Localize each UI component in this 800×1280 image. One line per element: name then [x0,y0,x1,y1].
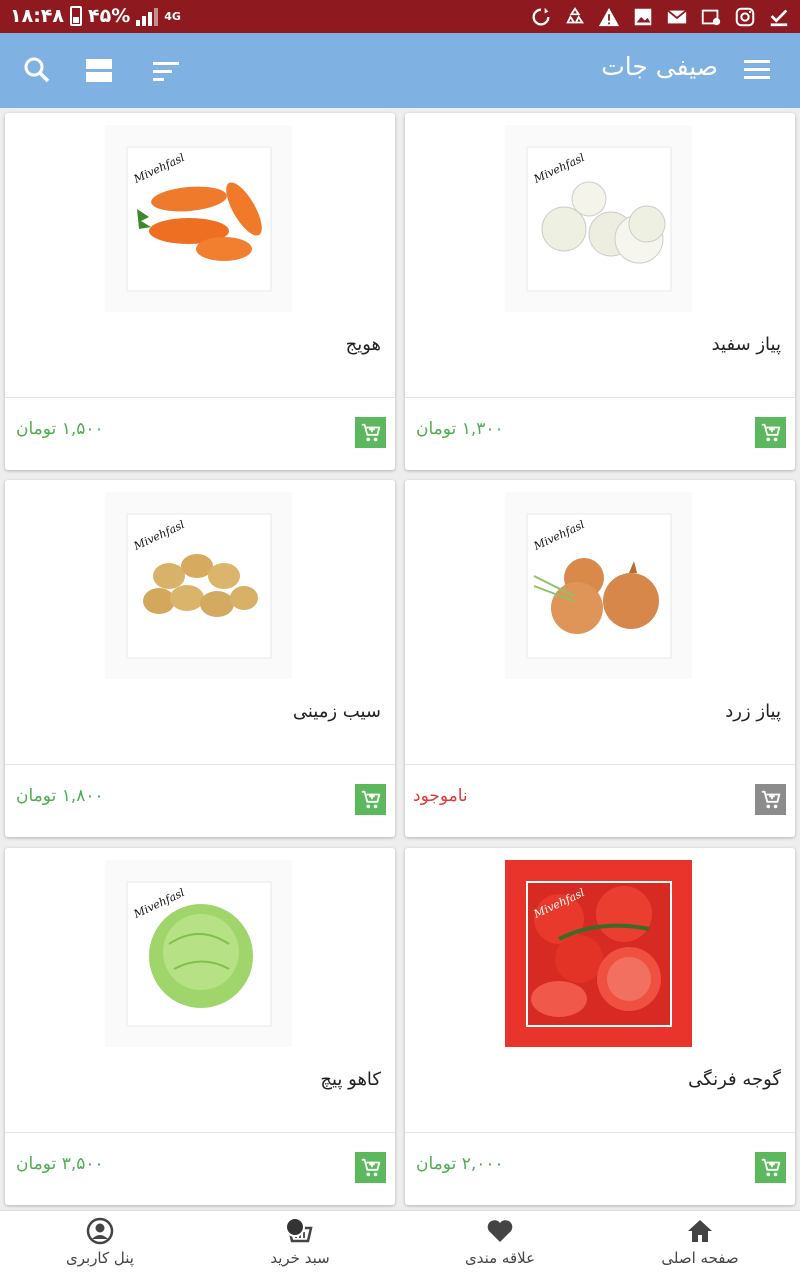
add-to-cart-icon [761,790,780,808]
page-title: صیفی جات [601,52,718,81]
nav-label: علاقه مندی [464,1249,536,1267]
product-price: ۱,۳۰۰ تومان [416,419,504,439]
divider [405,764,795,765]
product-name[interactable]: هویج [346,334,381,355]
product-card[interactable]: Mivehfasl کاهو پیچ ۳,۵۰۰ تومان [5,848,395,1205]
product-image[interactable]: Mivehfasl [505,125,692,312]
product-price: ۱,۸۰۰ تومان [16,786,104,806]
user-icon [86,1217,114,1245]
product-image[interactable]: Mivehfasl [105,125,292,312]
mail-icon [666,6,688,28]
nav-label: سبد خرید [270,1249,330,1267]
divider [5,1132,395,1133]
product-image[interactable]: Mivehfasl [105,860,292,1047]
heart-icon [487,1220,513,1242]
divider [5,764,395,765]
product-name[interactable]: گوجه فرنگی [688,1069,781,1090]
add-to-cart-button[interactable] [355,784,386,815]
product-image[interactable]: Mivehfasl [505,860,692,1047]
add-to-cart-icon [761,423,780,441]
app-bar: صیفی جات [0,33,800,108]
product-card[interactable]: Mivehfasl پیاز سفید ۱,۳۰۰ تومان [405,113,795,470]
product-price: ۲,۰۰۰ تومان [416,1154,504,1174]
add-to-cart-button[interactable] [755,417,786,448]
product-name[interactable]: کاهو پیچ [320,1069,381,1090]
product-image[interactable]: Mivehfasl [105,492,292,679]
recycle-icon [564,6,586,28]
nav-item-favorites[interactable]: علاقه مندی [400,1217,600,1267]
divider [5,397,395,398]
add-to-cart-button[interactable] [755,1152,786,1183]
email-app-icon [700,6,722,28]
network-type: 4G [164,9,181,23]
sync-icon [530,6,552,28]
out-of-stock-label: ناموجود [413,786,468,806]
product-name[interactable]: پیاز سفید [712,334,781,355]
battery-level: ۴۵% [88,5,131,27]
nav-item-profile[interactable]: پنل کاربری [0,1217,200,1267]
download-done-icon [768,6,790,28]
home-icon [688,1220,712,1242]
add-to-cart-icon [361,423,380,441]
add-to-cart-icon [361,1158,380,1176]
clock: ۱۸:۴۸ [10,5,64,27]
warning-icon [598,6,620,28]
nav-label: صفحه اصلی [661,1249,739,1267]
status-bar: ۱۸:۴۸ ۴۵% 4G [0,0,800,33]
nav-item-cart[interactable]: سبد خرید [200,1217,400,1267]
product-name[interactable]: پیاز زرد [725,701,781,722]
product-price: ۱,۵۰۰ تومان [16,419,104,439]
product-card[interactable]: Mivehfasl پیاز زرد ناموجود [405,480,795,837]
sort-icon[interactable] [153,62,179,82]
search-icon[interactable] [22,55,52,85]
nav-item-home[interactable]: صفحه اصلی [600,1217,800,1267]
gallery-icon [632,6,654,28]
add-to-cart-button[interactable] [755,784,786,815]
product-card[interactable]: Mivehfasl هویج ۱,۵۰۰ تومان [5,113,395,470]
battery-icon [70,6,82,26]
divider [405,1132,795,1133]
add-to-cart-icon [761,1158,780,1176]
product-card[interactable]: Mivehfasl سیب زمینی ۱,۸۰۰ تومان [5,480,395,837]
nav-label: پنل کاربری [66,1249,134,1267]
instagram-icon [734,6,756,28]
product-name[interactable]: سیب زمینی [293,701,381,722]
menu-icon[interactable] [744,60,770,80]
bottom-nav: پنل کاربری سبد خرید علاقه مندی صفحه اصلی [0,1210,800,1280]
divider [405,397,795,398]
add-to-cart-button[interactable] [355,417,386,448]
product-card[interactable]: Mivehfasl گوجه فرنگی ۲,۰۰۰ تومان [405,848,795,1205]
signal-icon [136,6,159,26]
view-toggle-icon[interactable] [86,59,112,83]
cart-badge [285,1217,305,1237]
product-image[interactable]: Mivehfasl [505,492,692,679]
product-price: ۳,۵۰۰ تومان [16,1154,104,1174]
add-to-cart-button[interactable] [355,1152,386,1183]
add-to-cart-icon [361,790,380,808]
